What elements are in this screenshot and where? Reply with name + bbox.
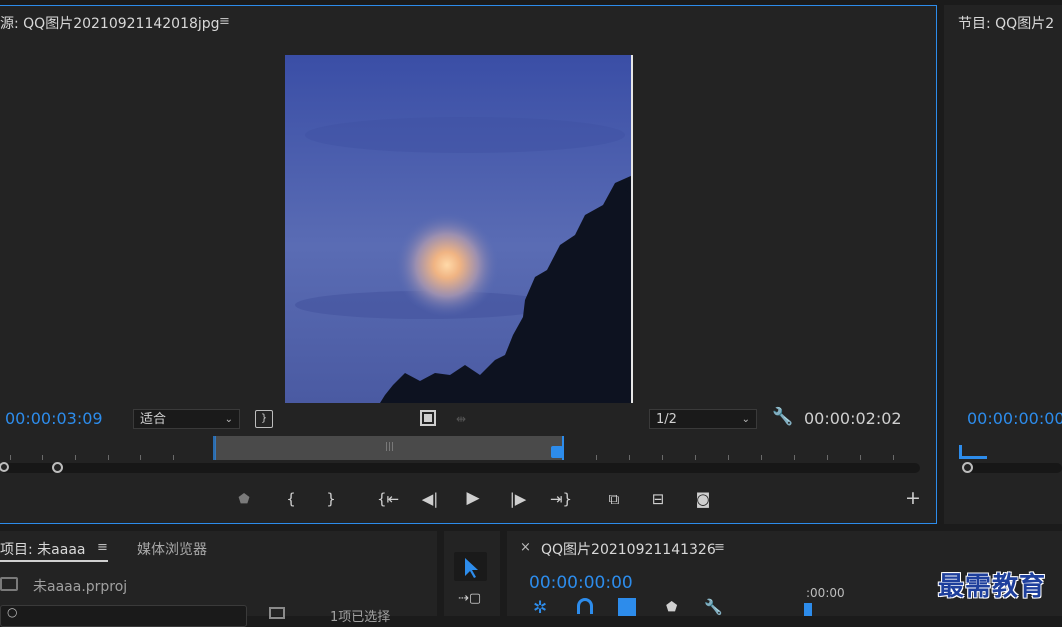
- watermark-logo: 最需教育: [938, 572, 1047, 602]
- source-panel-menu-icon[interactable]: ≡: [219, 14, 230, 29]
- selection-tool-icon[interactable]: [454, 552, 487, 581]
- ruler-tick: [728, 455, 729, 460]
- sequence-tab[interactable]: QQ图片20210921141326: [541, 539, 716, 559]
- in-point-marker[interactable]: [213, 436, 216, 460]
- resolution-select[interactable]: 1/2 ⌄: [649, 409, 757, 429]
- go-to-out-icon[interactable]: ⇥}: [549, 490, 573, 508]
- marker-icon[interactable]: ⬟: [236, 491, 252, 509]
- source-timecode-in[interactable]: 00:00:03:09: [5, 409, 103, 428]
- plus-icon[interactable]: +: [904, 489, 922, 508]
- playback-settings-icon[interactable]: }: [255, 410, 273, 428]
- add-edit-icon[interactable]: [618, 598, 636, 616]
- mark-out-icon[interactable]: }: [323, 490, 339, 508]
- playhead-line: [562, 436, 564, 460]
- track-select-tool-icon[interactable]: ⇢▢: [458, 591, 484, 611]
- fit-select[interactable]: 适合 ⌄: [133, 409, 240, 429]
- ruler-tick: [108, 455, 109, 460]
- insert-icon[interactable]: ⧉: [601, 490, 627, 508]
- ruler-tick: [10, 455, 11, 460]
- project-file-name: 未aaaa.prproj: [33, 579, 128, 595]
- ruler-tick: [761, 455, 762, 460]
- search-icon: ○: [7, 605, 18, 619]
- timeline-ruler-label: :00:00: [806, 586, 845, 600]
- ruler-tick: [629, 455, 630, 460]
- ruler-tick: [827, 455, 828, 460]
- wrench-icon[interactable]: 🔧: [772, 408, 793, 428]
- ruler-tick: [173, 455, 174, 460]
- folder-icon: [0, 577, 18, 591]
- ruler-tick: [42, 455, 43, 460]
- chevron-down-icon: ⌄: [224, 414, 233, 425]
- go-to-in-icon[interactable]: {⇤: [376, 490, 400, 508]
- ruler-tick: [794, 455, 795, 460]
- zoom-handle-right[interactable]: [52, 462, 63, 473]
- program-playhead-icon[interactable]: [959, 445, 987, 459]
- new-bin-icon[interactable]: [269, 607, 285, 619]
- timeline-playhead-icon[interactable]: [804, 603, 812, 616]
- source-zoom-scrollbar[interactable]: [0, 463, 920, 473]
- project-tab-underline: [0, 560, 108, 562]
- project-tab[interactable]: 项目: 未aaaa: [0, 539, 85, 559]
- source-monitor-title[interactable]: 源: QQ图片20210921142018jpg: [0, 13, 220, 33]
- ruler-tick: [860, 455, 861, 460]
- camera-icon[interactable]: ◙: [692, 490, 714, 508]
- ruler-tick: [893, 455, 894, 460]
- program-timecode[interactable]: 00:00:00:00: [967, 409, 1062, 428]
- project-panel-menu-icon[interactable]: ≡: [97, 540, 108, 555]
- ruler-tick: [695, 455, 696, 460]
- program-monitor-title[interactable]: 节目: QQ图片2: [958, 13, 1054, 33]
- source-timecode-duration: 00:00:02:02: [804, 409, 902, 428]
- program-zoom-scrollbar[interactable]: [962, 463, 1062, 473]
- timeline-wrench-icon[interactable]: 🔧: [704, 598, 723, 616]
- ruler-tick: [596, 455, 597, 460]
- ruler-tick: [662, 455, 663, 460]
- fit-select-value: 适合: [140, 412, 167, 427]
- program-zoom-handle[interactable]: [962, 462, 973, 473]
- linked-icon[interactable]: [577, 598, 593, 614]
- source-preview-image: [285, 55, 633, 403]
- resolution-select-value: 1/2: [656, 412, 677, 427]
- range-grip-icon: |||: [385, 442, 395, 452]
- timeline-marker-icon[interactable]: ⬟: [666, 600, 677, 615]
- overwrite-icon[interactable]: ⊟: [645, 490, 671, 508]
- ruler-tick: [75, 455, 76, 460]
- ruler-tick: [140, 455, 141, 460]
- close-icon[interactable]: ×: [520, 540, 531, 555]
- timeline-timecode[interactable]: 00:00:00:00: [529, 573, 633, 593]
- play-icon[interactable]: ▶: [463, 489, 483, 507]
- step-forward-icon[interactable]: |▶: [508, 490, 528, 508]
- film-icon[interactable]: [420, 410, 436, 426]
- sequence-panel-menu-icon[interactable]: ≡: [714, 540, 725, 555]
- mark-in-icon[interactable]: {: [283, 490, 299, 508]
- moon-night-photo: [285, 55, 633, 403]
- media-browser-tab[interactable]: 媒体浏览器: [137, 539, 207, 559]
- source-in-out-range[interactable]: |||: [215, 436, 564, 460]
- chevron-down-icon: ⌄: [741, 414, 750, 425]
- snap-icon[interactable]: ✲: [533, 598, 547, 618]
- drag-audio-icon[interactable]: ⇹: [452, 410, 470, 426]
- project-search-input[interactable]: ○: [0, 605, 247, 627]
- step-back-icon[interactable]: ◀|: [420, 490, 440, 508]
